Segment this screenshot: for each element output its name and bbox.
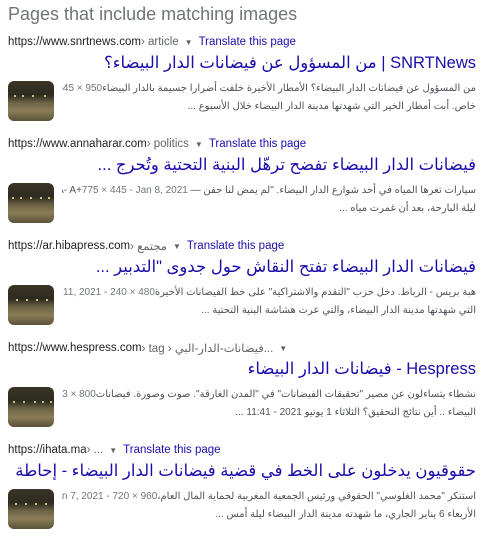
result-item: https://www.annaharar.com › politics ▼ T…: [0, 136, 486, 236]
result-site[interactable]: https://www.snrtnews.com: [8, 36, 141, 48]
result-item: https://www.snrtnews.com › article ▼ Tra…: [0, 34, 486, 134]
result-url[interactable]: https://ar.hibapress.com › مجتمع ▼ Trans…: [8, 238, 284, 254]
result-thumbnail[interactable]: [8, 489, 54, 529]
caret-down-icon[interactable]: ▼: [279, 344, 287, 353]
translate-link[interactable]: Translate this page: [199, 36, 296, 48]
result-snippet: من المسؤول عن فيضانات الدار البيضاء؟ الأ…: [62, 80, 476, 116]
result-title[interactable]: حقوقيون يدخلون على الخط في قضية فيضانات …: [15, 461, 476, 481]
image-meta: 800 × 533 —: [62, 389, 96, 400]
result-title[interactable]: SNRTNews | من المسؤول عن فيضانات الدار ا…: [104, 53, 476, 73]
result-snippet: هبة بريس - الرباط. دخل حزب "التقدم والاش…: [62, 284, 476, 320]
translate-link[interactable]: Translate this page: [123, 444, 220, 456]
snippet-line-2: ليلة البارحة، بعد أن غمرت مياه ...: [339, 203, 476, 214]
result-snippet: استنكر "محمد الغلوسي" الحقوقي ورئيس الجم…: [62, 488, 476, 524]
snippet-line-2: البيضاء .. أين نتائج التحقيق؟ الثلاثاء 1…: [235, 407, 476, 418]
translate-link[interactable]: Translate this page: [209, 138, 306, 150]
result-item: https://www.hespress.com › tag › فيضانات…: [0, 340, 486, 440]
result-breadcrumb[interactable]: › politics: [147, 138, 189, 150]
result-title[interactable]: فيضانات الدار البيضاء تفضح ترهّل البنية …: [98, 155, 476, 175]
translate-link[interactable]: Translate this page: [187, 240, 284, 252]
result-site[interactable]: https://ihata.ma: [8, 444, 87, 456]
result-site[interactable]: https://www.annaharar.com: [8, 138, 147, 150]
snippet-line-1: استنكر "محمد الغلوسي" الحقوقي ورئيس الجم…: [157, 491, 476, 502]
result-thumbnail[interactable]: [8, 81, 54, 121]
caret-down-icon[interactable]: ▼: [109, 446, 117, 455]
result-item: https://ar.hibapress.com › مجتمع ▼ Trans…: [0, 238, 486, 338]
section-heading: Pages that include matching images: [8, 4, 298, 24]
snippet-line-1: من المسؤول عن فيضانات الدار البيضاء؟ الأ…: [102, 83, 476, 94]
snippet-line-2: التي شهدتها مدينة الدار البيضاء، والتي ع…: [201, 305, 476, 316]
result-breadcrumb[interactable]: › article: [141, 36, 179, 48]
result-breadcrumb[interactable]: › tag › فيضانات-الدار-البي...: [142, 341, 274, 355]
caret-down-icon[interactable]: ▼: [185, 38, 193, 47]
result-snippet: نشطاء يتساءلون عن مصير "تحقيقات الفيضانا…: [62, 386, 476, 422]
caret-down-icon[interactable]: ▼: [195, 140, 203, 149]
image-meta: 960 × 720 - Jan 7, 2021 —: [62, 491, 158, 502]
result-url[interactable]: https://www.hespress.com › tag › فيضانات…: [8, 340, 293, 356]
result-thumbnail[interactable]: [8, 285, 54, 325]
result-breadcrumb[interactable]: › ...: [87, 444, 104, 456]
result-url[interactable]: https://www.snrtnews.com › article ▼ Tra…: [8, 34, 296, 50]
result-breadcrumb[interactable]: › مجتمع: [130, 239, 167, 253]
result-site[interactable]: https://www.hespress.com: [8, 342, 142, 354]
result-title[interactable]: Hespress - فيضانات الدار البيضاء: [248, 359, 476, 379]
result-snippet: سيارات تعرها المياه في أحد شوارع الدار ا…: [62, 182, 476, 218]
result-item: https://ihata.ma › ... ▼ Translate this …: [0, 442, 486, 542]
result-site[interactable]: https://ar.hibapress.com: [8, 240, 130, 252]
result-thumbnail[interactable]: [8, 387, 54, 427]
result-url[interactable]: https://ihata.ma › ... ▼ Translate this …: [8, 442, 221, 458]
snippet-line-1: نشطاء يتساءلون عن مصير "تحقيقات الفيضانا…: [95, 389, 476, 400]
result-title[interactable]: فيضانات الدار البيضاء تفتح النقاش حول جد…: [96, 257, 476, 277]
caret-down-icon[interactable]: ▼: [173, 242, 181, 251]
result-url[interactable]: https://www.annaharar.com › politics ▼ T…: [8, 136, 306, 152]
snippet-line-1: هبة بريس - الرباط. دخل حزب "التقدم والاش…: [154, 287, 476, 298]
snippet-line-2: خاص. أبت أمطار الخير التي شهدتها مدينة ا…: [187, 101, 476, 112]
snippet-line-2: الأربعاء 6 يناير الجاري، ما شهدته مدينة …: [215, 509, 476, 520]
image-meta: 480 × 240 - Jan 11, 2021 —: [62, 287, 155, 298]
image-meta: 950 × 545 —: [62, 83, 103, 94]
result-thumbnail[interactable]: [8, 183, 54, 223]
